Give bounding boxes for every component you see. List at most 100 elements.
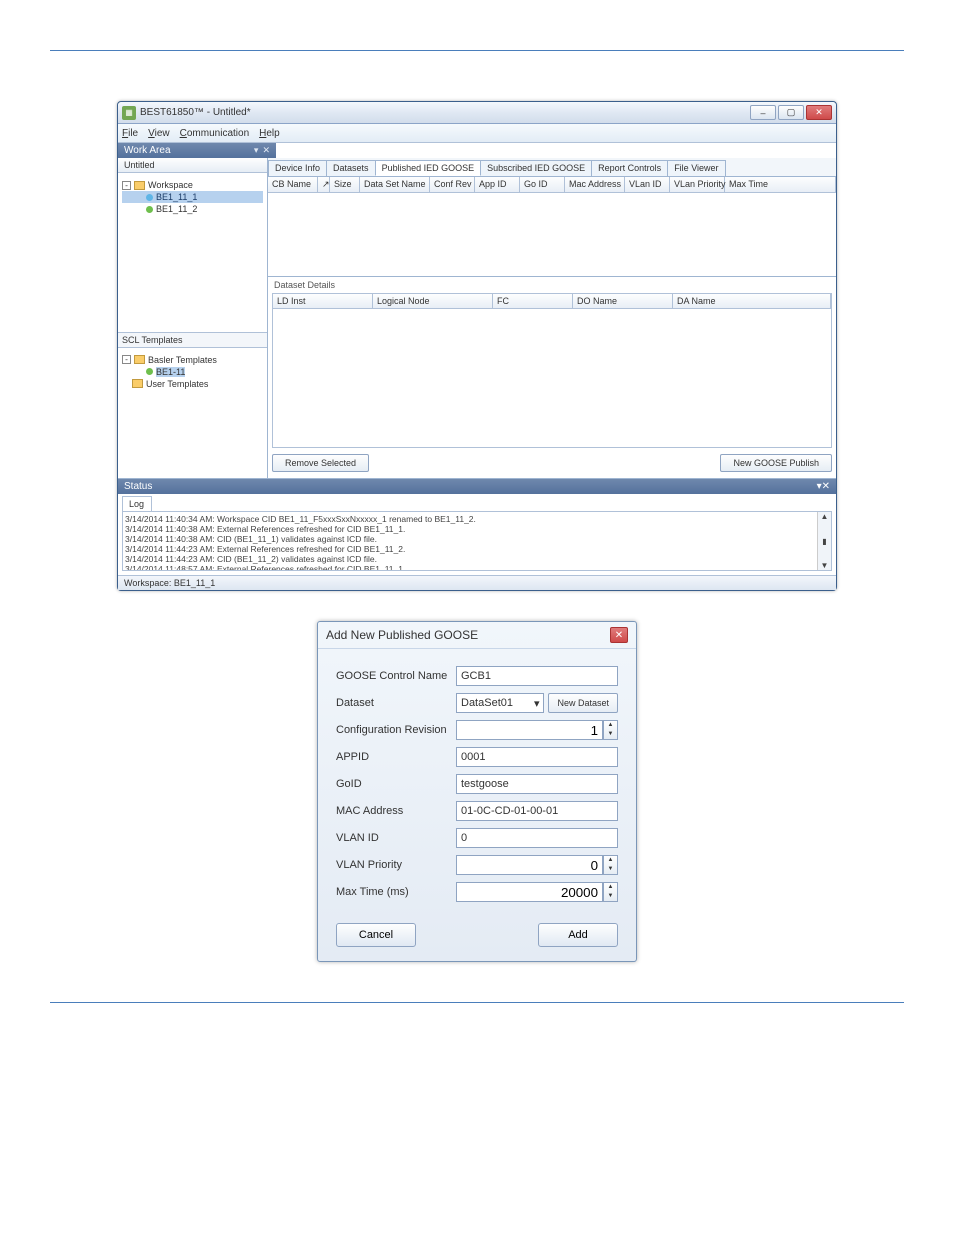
scroll-up-icon[interactable]: ▲ xyxy=(821,512,829,521)
tree-node-be1-11-2[interactable]: BE1_11_2 xyxy=(156,204,197,214)
panel-close-icon[interactable]: ✕ xyxy=(822,481,830,492)
menu-file[interactable]: File xyxy=(122,128,138,139)
main-tabs: Device Info Datasets Published IED GOOSE… xyxy=(268,158,836,177)
col-cb-name[interactable]: CB Name xyxy=(268,177,318,192)
col-sort[interactable]: ↗ xyxy=(318,177,330,192)
basler-templates-node[interactable]: Basler Templates xyxy=(148,355,217,365)
close-button[interactable]: ✕ xyxy=(806,105,832,120)
user-templates-node[interactable]: User Templates xyxy=(146,379,208,389)
col-go-id[interactable]: Go ID xyxy=(520,177,565,192)
col-fc[interactable]: FC xyxy=(493,294,573,308)
col-da-name[interactable]: DA Name xyxy=(673,294,831,308)
col-logical-node[interactable]: Logical Node xyxy=(373,294,493,308)
input-mac-address[interactable]: 01-0C-CD-01-00-01 xyxy=(456,801,618,821)
label-mac-address: MAC Address xyxy=(336,805,456,817)
input-vlan-priority[interactable] xyxy=(456,855,603,875)
log-line: 3/14/2014 11:44:23 AM: CID (BE1_11_2) va… xyxy=(125,554,829,564)
node-icon xyxy=(146,194,153,201)
col-app-id[interactable]: App ID xyxy=(475,177,520,192)
tab-subscribed-goose[interactable]: Subscribed IED GOOSE xyxy=(480,160,592,176)
tree-root[interactable]: Workspace xyxy=(148,180,193,190)
add-button[interactable]: Add xyxy=(538,923,618,947)
dataset-details-grid: LD Inst Logical Node FC DO Name DA Name xyxy=(272,293,832,448)
menu-help[interactable]: Help xyxy=(259,128,280,139)
folder-icon xyxy=(134,181,145,190)
dataset-grid-body[interactable] xyxy=(273,309,831,447)
dialog-close-button[interactable]: ✕ xyxy=(610,627,628,643)
spinner-vlan-priority[interactable]: ▲▼ xyxy=(603,855,618,875)
log-line: 3/14/2014 11:40:38 AM: CID (BE1_11_1) va… xyxy=(125,534,829,544)
app-icon: ▦ xyxy=(122,106,136,120)
spinner-conf-rev[interactable]: ▲▼ xyxy=(603,720,618,740)
tab-report-controls[interactable]: Report Controls xyxy=(591,160,668,176)
work-area-title: Work Area xyxy=(124,145,171,156)
goose-grid-body[interactable] xyxy=(268,193,836,275)
col-max-time[interactable]: Max Time xyxy=(725,177,836,192)
new-dataset-button[interactable]: New Dataset xyxy=(548,693,618,713)
input-configuration-revision[interactable] xyxy=(456,720,603,740)
goose-grid: CB Name ↗ Size Data Set Name Conf Rev Ap… xyxy=(268,177,836,277)
input-appid[interactable]: 0001 xyxy=(456,747,618,767)
combobox-dataset[interactable]: DataSet01▾ xyxy=(456,693,544,713)
folder-icon xyxy=(134,355,145,364)
col-vlan-priority[interactable]: VLan Priority xyxy=(670,177,725,192)
pin-icon[interactable]: ▾ xyxy=(254,145,259,156)
log-output[interactable]: 3/14/2014 11:40:34 AM: Workspace CID BE1… xyxy=(122,511,832,571)
log-line: 3/14/2014 11:44:23 AM: External Referenc… xyxy=(125,544,829,554)
scroll-thumb-icon[interactable]: ▮ xyxy=(822,537,826,546)
col-data-set-name[interactable]: Data Set Name xyxy=(360,177,430,192)
tab-datasets[interactable]: Datasets xyxy=(326,160,376,176)
input-vlan-id[interactable]: 0 xyxy=(456,828,618,848)
menubar: File View Communication Help xyxy=(118,124,836,143)
dialog-title: Add New Published GOOSE xyxy=(326,628,478,642)
log-tab[interactable]: Log xyxy=(122,496,152,511)
new-goose-publish-button[interactable]: New GOOSE Publish xyxy=(720,454,832,472)
scl-templates-header: SCL Templates xyxy=(118,333,267,348)
col-mac-address[interactable]: Mac Address xyxy=(565,177,625,192)
col-vlan-id[interactable]: VLan ID xyxy=(625,177,670,192)
tab-device-info[interactable]: Device Info xyxy=(268,160,327,176)
log-line: 3/14/2014 11:40:38 AM: External Referenc… xyxy=(125,524,829,534)
expander-icon[interactable]: - xyxy=(122,355,131,364)
col-size[interactable]: Size xyxy=(330,177,360,192)
col-ld-inst[interactable]: LD Inst xyxy=(273,294,373,308)
dataset-details-title: Dataset Details xyxy=(268,277,836,293)
workspace-tab[interactable]: Untitled xyxy=(118,158,267,173)
spinner-max-time[interactable]: ▲▼ xyxy=(603,882,618,902)
input-max-time[interactable] xyxy=(456,882,603,902)
panel-close-icon[interactable]: ✕ xyxy=(262,145,270,156)
input-goose-control-name[interactable]: GCB1 xyxy=(456,666,618,686)
workspace-tree: - Workspace BE1_11_1 BE1_11_2 xyxy=(118,173,267,333)
cancel-button[interactable]: Cancel xyxy=(336,923,416,947)
expander-icon[interactable]: - xyxy=(122,181,131,190)
col-conf-rev[interactable]: Conf Rev xyxy=(430,177,475,192)
label-configuration-revision: Configuration Revision xyxy=(336,724,456,736)
col-do-name[interactable]: DO Name xyxy=(573,294,673,308)
minimize-button[interactable]: – xyxy=(750,105,776,120)
tab-file-viewer[interactable]: File Viewer xyxy=(667,160,725,176)
label-vlan-priority: VLAN Priority xyxy=(336,859,456,871)
label-goose-control-name: GOOSE Control Name xyxy=(336,670,456,682)
menu-view[interactable]: View xyxy=(148,128,170,139)
status-header: Status ▾✕ xyxy=(118,479,836,494)
node-icon xyxy=(146,206,153,213)
menu-communication[interactable]: Communication xyxy=(180,128,250,139)
node-icon xyxy=(146,368,153,375)
main-app-window: ▦ BEST61850™ - Untitled* – ▢ ✕ File View… xyxy=(117,101,837,591)
folder-icon xyxy=(132,379,143,388)
label-vlan-id: VLAN ID xyxy=(336,832,456,844)
window-title: BEST61850™ - Untitled* xyxy=(140,107,251,118)
scroll-down-icon[interactable]: ▼ xyxy=(821,561,829,570)
chevron-down-icon: ▾ xyxy=(534,697,540,710)
remove-selected-button[interactable]: Remove Selected xyxy=(272,454,369,472)
maximize-button[interactable]: ▢ xyxy=(778,105,804,120)
template-be1-11[interactable]: BE1-11 xyxy=(156,367,185,377)
titlebar: ▦ BEST61850™ - Untitled* – ▢ ✕ xyxy=(118,102,836,124)
tree-node-be1-11-1[interactable]: BE1_11_1 xyxy=(156,192,197,202)
label-max-time: Max Time (ms) xyxy=(336,886,456,898)
tab-published-goose[interactable]: Published IED GOOSE xyxy=(375,160,482,176)
log-line: 3/14/2014 11:48:57 AM: External Referenc… xyxy=(125,564,829,571)
label-goid: GoID xyxy=(336,778,456,790)
log-line: 3/14/2014 11:40:34 AM: Workspace CID BE1… xyxy=(125,514,829,524)
input-goid[interactable]: testgoose xyxy=(456,774,618,794)
